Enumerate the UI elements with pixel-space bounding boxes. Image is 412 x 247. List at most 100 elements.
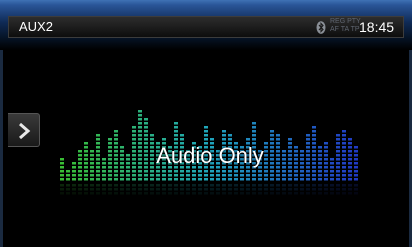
eq-segment xyxy=(60,162,64,165)
eq-reflection xyxy=(348,188,352,191)
eq-segment xyxy=(222,138,226,141)
eq-segment xyxy=(180,134,184,137)
eq-segment xyxy=(138,134,142,137)
eq-reflection xyxy=(324,188,328,191)
eq-reflection xyxy=(240,188,244,191)
eq-reflection xyxy=(294,192,298,195)
eq-segment xyxy=(84,166,88,169)
eq-reflection xyxy=(90,184,94,187)
eq-reflection xyxy=(348,192,352,195)
eq-reflection xyxy=(222,188,226,191)
eq-segment xyxy=(348,166,352,169)
eq-reflection xyxy=(108,192,112,195)
eq-segment xyxy=(324,174,328,177)
eq-segment xyxy=(186,170,190,173)
eq-segment xyxy=(216,174,220,177)
eq-segment xyxy=(228,178,232,181)
eq-segment xyxy=(324,170,328,173)
eq-reflection xyxy=(168,192,172,195)
eq-reflection xyxy=(204,184,208,187)
eq-segment xyxy=(318,150,322,153)
eq-segment xyxy=(354,150,358,153)
eq-segment xyxy=(132,130,136,133)
eq-segment xyxy=(150,170,154,173)
eq-reflection xyxy=(72,184,76,187)
eq-segment xyxy=(300,166,304,169)
eq-segment xyxy=(330,170,334,173)
eq-reflection xyxy=(96,192,100,195)
eq-segment xyxy=(246,178,250,181)
eq-segment xyxy=(78,174,82,177)
eq-reflection xyxy=(186,184,190,187)
eq-reflection xyxy=(342,188,346,191)
eq-segment xyxy=(252,134,256,137)
eq-segment xyxy=(174,134,178,137)
eq-reflection xyxy=(90,188,94,191)
equalizer-visual xyxy=(60,110,358,195)
eq-reflection xyxy=(156,192,160,195)
eq-reflection xyxy=(288,184,292,187)
eq-segment xyxy=(312,130,316,133)
eq-segment xyxy=(78,162,82,165)
eq-segment xyxy=(198,170,202,173)
eq-reflection xyxy=(258,192,262,195)
eq-segment xyxy=(114,174,118,177)
eq-segment xyxy=(246,138,250,141)
eq-segment xyxy=(96,154,100,157)
eq-segment xyxy=(90,158,94,161)
eq-segment xyxy=(204,126,208,129)
eq-segment xyxy=(114,154,118,157)
eq-segment xyxy=(300,174,304,177)
eq-segment xyxy=(342,166,346,169)
eq-reflection xyxy=(150,184,154,187)
eq-segment xyxy=(348,158,352,161)
eq-segment xyxy=(66,170,70,173)
eq-reflection xyxy=(120,188,124,191)
eq-segment xyxy=(144,174,148,177)
eq-reflection xyxy=(162,188,166,191)
eq-reflection xyxy=(306,184,310,187)
eq-reflection xyxy=(174,188,178,191)
eq-segment xyxy=(348,162,352,165)
eq-segment xyxy=(162,174,166,177)
eq-reflection xyxy=(282,184,286,187)
eq-segment xyxy=(114,158,118,161)
eq-segment xyxy=(246,174,250,177)
eq-reflection xyxy=(90,192,94,195)
eq-segment xyxy=(336,142,340,145)
eq-segment xyxy=(192,178,196,181)
eq-reflection xyxy=(60,192,64,195)
eq-segment xyxy=(288,170,292,173)
eq-segment xyxy=(108,142,112,145)
eq-segment xyxy=(318,178,322,181)
eq-reflection xyxy=(174,184,178,187)
eq-segment xyxy=(348,154,352,157)
eq-segment xyxy=(246,170,250,173)
eq-reflection xyxy=(258,188,262,191)
eq-segment xyxy=(252,138,256,141)
eq-segment xyxy=(258,174,262,177)
eq-reflection xyxy=(270,192,274,195)
eq-segment xyxy=(132,134,136,137)
eq-reflection xyxy=(108,188,112,191)
eq-segment xyxy=(198,178,202,181)
eq-reflection xyxy=(330,192,334,195)
eq-segment xyxy=(174,122,178,125)
eq-segment xyxy=(306,174,310,177)
eq-segment xyxy=(348,178,352,181)
eq-reflection xyxy=(180,192,184,195)
eq-reflection xyxy=(156,184,160,187)
eq-segment xyxy=(270,138,274,141)
eq-reflection xyxy=(210,188,214,191)
eq-segment xyxy=(174,178,178,181)
eq-segment xyxy=(306,178,310,181)
eq-segment xyxy=(336,146,340,149)
eq-segment xyxy=(162,178,166,181)
audio-only-label: Audio Only xyxy=(156,143,264,168)
eq-segment xyxy=(276,178,280,181)
eq-reflection xyxy=(216,192,220,195)
eq-segment xyxy=(210,178,214,181)
eq-segment xyxy=(318,166,322,169)
eq-reflection xyxy=(144,192,148,195)
eq-segment xyxy=(126,174,130,177)
